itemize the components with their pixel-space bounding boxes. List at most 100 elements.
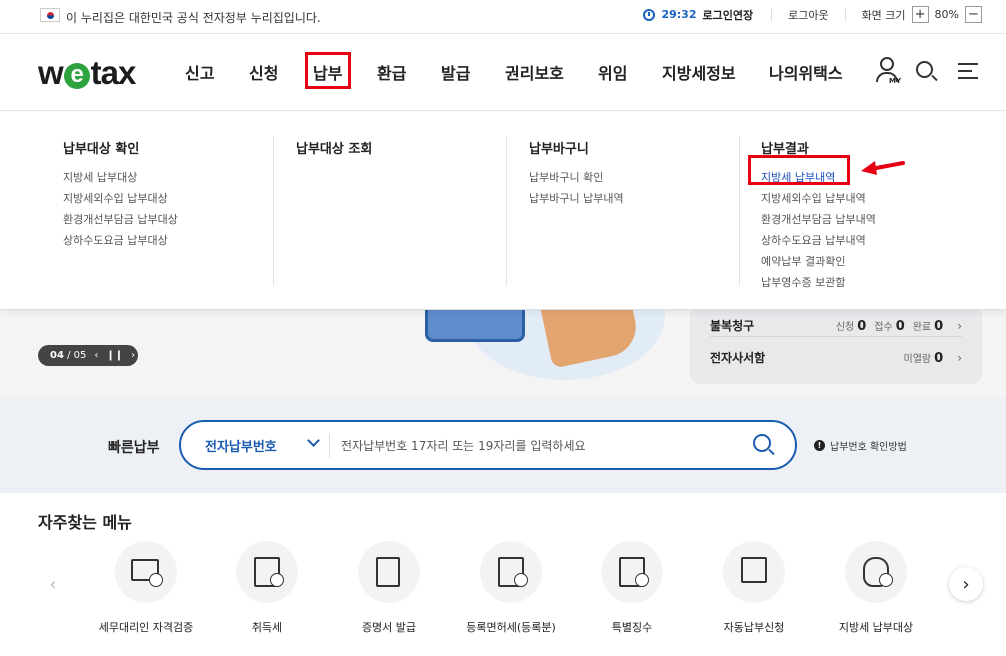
menu-link[interactable]: 납부영수증 보관함 — [761, 272, 876, 293]
menu-link[interactable]: 환경개선부담금 납부내역 — [761, 209, 876, 230]
frequent-item-special-collection[interactable]: 특별징수 — [572, 541, 692, 635]
chevron-right-icon: › — [957, 318, 962, 333]
nav-item-delegate[interactable]: 위임 — [598, 60, 627, 84]
quick-pay-label: 빠른납부 — [108, 440, 160, 456]
frequent-item-certificate[interactable]: 증명서 발급 — [329, 541, 449, 635]
menu-link[interactable]: 환경개선부담금 납부대상 — [63, 209, 178, 230]
logo-e: e — [63, 63, 90, 89]
frequent-menu-title: 자주찾는 메뉴 — [38, 513, 132, 532]
frequent-item-label: 특별징수 — [611, 621, 653, 634]
stat-label: 미열람 — [903, 353, 932, 365]
nav-item-refund[interactable]: 환급 — [377, 60, 406, 84]
zoom-out-button[interactable]: − — [965, 6, 982, 23]
pause-icon[interactable]: ❙❙ — [106, 350, 123, 361]
divider — [844, 8, 846, 21]
quick-pay-section: 빠른납부 전자납부번호 ! 납부번호 확인방법 — [0, 398, 1006, 493]
menu-link[interactable]: 지방세외수입 납부내역 — [761, 188, 876, 209]
frequent-item-tax-agent[interactable]: 세무대리인 자격검증 — [86, 541, 206, 635]
phone-illustration — [425, 310, 525, 342]
zoom-label: 화면 크기 — [861, 8, 906, 22]
next-slide-icon[interactable]: › — [131, 350, 135, 361]
quick-pay-box: 전자납부번호 — [179, 420, 797, 470]
payment-type-select[interactable]: 전자납부번호 — [205, 436, 277, 455]
frequent-item-acquisition-tax[interactable]: 취득세 — [207, 541, 327, 635]
nav-highlight-box — [305, 52, 351, 89]
menu-link[interactable]: 납부바구니 납부내역 — [529, 188, 624, 209]
slider-control: 04 / 05 ‹ ❙❙ › — [38, 345, 138, 366]
wetax-logo[interactable]: w e tax — [38, 54, 137, 92]
carousel-prev-icon[interactable]: ‹ — [36, 567, 70, 601]
pay-mega-menu: 납부대상 확인 지방세 납부대상 지방세외수입 납부대상 환경개선부담금 납부대… — [0, 112, 1006, 310]
menu-col-title[interactable]: 납부대상 조회 — [296, 138, 372, 157]
menu-link[interactable]: 납부바구니 확인 — [529, 167, 624, 188]
frequent-item-label: 자동납부신청 — [723, 621, 785, 634]
menu-link[interactable]: 상하수도요금 납부대상 — [63, 230, 178, 251]
mailbox-status-row[interactable]: 전자사서함 미열람 0 › — [710, 349, 962, 366]
slide-total: / 05 — [67, 350, 87, 361]
status-label: 전자사서함 — [710, 351, 766, 365]
menu-col-title[interactable]: 납부대상 확인 — [63, 138, 178, 157]
frequent-item-label: 등록면허세(등록분) — [466, 621, 556, 634]
frequent-item-local-tax-target[interactable]: 지방세 납부대상 — [816, 541, 936, 635]
divider — [771, 8, 773, 21]
status-label: 불복청구 — [710, 319, 755, 333]
logo-w: w — [38, 54, 64, 91]
gov-banner: 이 누리집은 대한민국 공식 전자정부 누리집입니다. 29:32 로그인연장 … — [0, 0, 1006, 34]
frequent-item-label: 세무대리인 자격검증 — [98, 621, 194, 634]
menu-col-title[interactable]: 납부바구니 — [529, 138, 624, 157]
search-icon[interactable] — [916, 61, 938, 83]
nav-item-rights[interactable]: 권리보호 — [505, 60, 564, 84]
logo-tax: tax — [90, 54, 137, 91]
clock-icon — [643, 8, 656, 21]
stat-label: 완료 — [912, 321, 932, 333]
highlight-box — [748, 155, 850, 185]
frequent-item-auto-pay[interactable]: 자동납부신청 — [694, 541, 814, 635]
menu-link[interactable]: 지방세 납부대상 — [63, 167, 178, 188]
my-label: MY — [889, 77, 902, 85]
logout-button[interactable]: 로그아웃 — [788, 7, 828, 23]
nav-item-taxinfo[interactable]: 지방세정보 — [662, 60, 736, 84]
menu-link[interactable]: 지방세외수입 납부대상 — [63, 188, 178, 209]
site-header: w e tax 신고 신청 납부 환급 발급 권리보호 위임 지방세정보 나의위택스… — [0, 35, 1006, 111]
korea-flag-icon — [40, 8, 60, 22]
payment-number-help-link[interactable]: ! 납부번호 확인방법 — [814, 438, 907, 453]
chevron-right-icon: › — [957, 350, 962, 365]
info-icon: ! — [814, 440, 825, 451]
payment-number-input[interactable] — [341, 432, 741, 460]
frequent-item-label: 증명서 발급 — [361, 621, 417, 634]
prev-slide-icon[interactable]: ‹ — [94, 350, 98, 361]
carousel-next-icon[interactable]: › — [949, 567, 983, 601]
session-timer: 29:32 — [661, 8, 697, 21]
menu-link[interactable]: 상하수도요금 납부내역 — [761, 230, 876, 251]
help-text: 납부번호 확인방법 — [830, 442, 907, 453]
zoom-level: 80% — [934, 8, 959, 21]
frequent-item-label: 취득세 — [251, 621, 283, 634]
menu-link[interactable]: 예약납부 결과확인 — [761, 251, 876, 272]
stat-label: 신청 — [835, 321, 855, 333]
status-panel: 불복청구 신청 0 접수 0 완료 0 › 전자사서함 미열람 0 › — [690, 310, 982, 384]
extend-login-button[interactable]: 로그인연장 — [702, 7, 753, 23]
menu-col-target-check: 납부대상 확인 지방세 납부대상 지방세외수입 납부대상 환경개선부담금 납부대… — [63, 138, 178, 251]
nav-item-mywetax[interactable]: 나의위택스 — [769, 60, 843, 84]
stat-value: 0 — [895, 318, 905, 334]
session-controls: 29:32 로그인연장 로그아웃 화면 크기 + 80% − — [643, 6, 982, 23]
my-page-icon[interactable]: MY — [874, 57, 902, 87]
column-divider — [506, 136, 507, 286]
hamburger-menu-icon[interactable] — [958, 63, 978, 79]
menu-col-target-query: 납부대상 조회 — [296, 138, 372, 167]
slide-current: 04 — [50, 350, 64, 361]
red-arrow-icon — [861, 161, 905, 175]
search-icon[interactable] — [753, 434, 777, 458]
nav-item-issue[interactable]: 발급 — [441, 60, 470, 84]
stat-value: 0 — [934, 350, 944, 366]
zoom-in-button[interactable]: + — [911, 6, 929, 23]
nav-item-report[interactable]: 신고 — [185, 60, 214, 84]
appeal-status-row[interactable]: 불복청구 신청 0 접수 0 완료 0 › — [710, 317, 962, 334]
stat-value: 0 — [934, 318, 944, 334]
certificate-icon — [376, 557, 400, 587]
chevron-down-icon[interactable] — [307, 434, 320, 447]
frequent-item-registration-tax[interactable]: 등록면허세(등록분) — [451, 541, 571, 635]
menu-col-basket: 납부바구니 납부바구니 확인 납부바구니 납부내역 — [529, 138, 624, 209]
nav-item-apply[interactable]: 신청 — [249, 60, 278, 84]
auto-pay-icon — [741, 557, 767, 583]
